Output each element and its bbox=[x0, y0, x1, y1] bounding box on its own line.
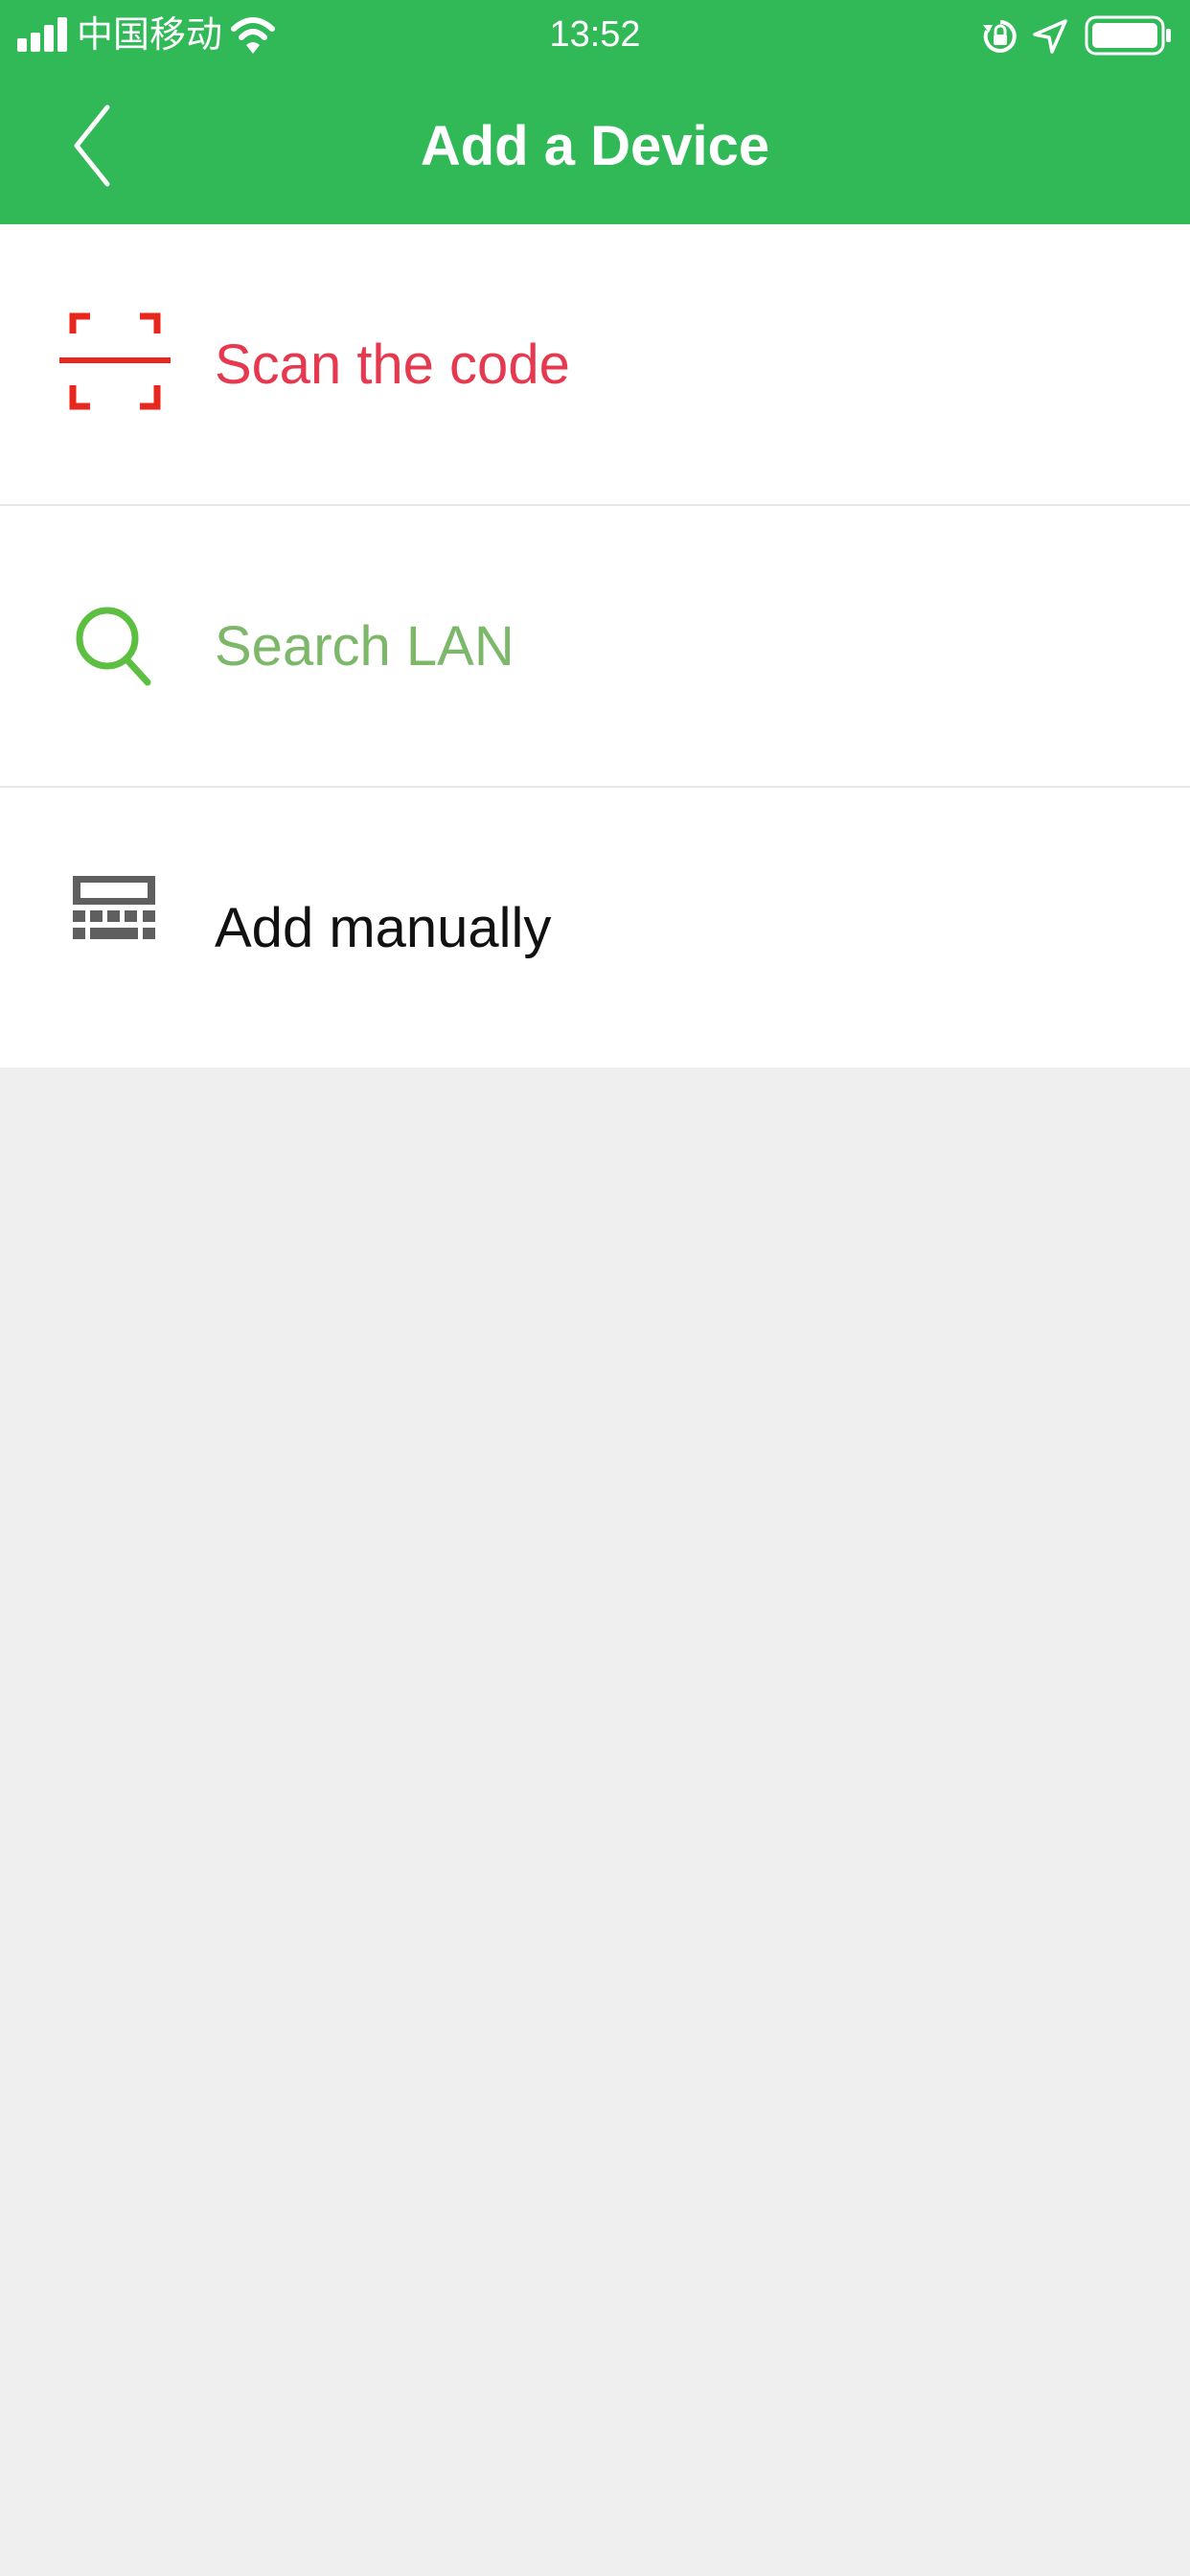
keyboard-icon bbox=[73, 876, 155, 939]
battery-icon bbox=[1085, 15, 1171, 56]
add-manually-label: Add manually bbox=[215, 897, 552, 959]
top-bar: 中国移动 13:52 Add a Device bbox=[0, 0, 1190, 224]
rotation-lock-icon bbox=[983, 20, 1017, 53]
add-manually-option[interactable]: Add manually bbox=[0, 788, 1190, 1068]
search-lan-label: Search LAN bbox=[215, 615, 515, 678]
status-right-icons bbox=[981, 13, 1173, 56]
search-icon bbox=[76, 607, 151, 686]
navigation-bar: Add a Device bbox=[0, 69, 1190, 224]
add-device-options: Scan the code Search LAN Add manually bbox=[0, 224, 1190, 1068]
location-icon bbox=[1033, 19, 1067, 54]
status-bar: 中国移动 13:52 bbox=[0, 0, 1190, 69]
scan-code-label: Scan the code bbox=[215, 334, 570, 396]
search-lan-option[interactable]: Search LAN bbox=[0, 506, 1190, 788]
back-button[interactable] bbox=[38, 98, 144, 194]
page-title: Add a Device bbox=[420, 115, 770, 177]
scan-code-icon bbox=[59, 312, 171, 410]
scan-code-option[interactable]: Scan the code bbox=[0, 224, 1190, 506]
chevron-left-icon bbox=[74, 104, 110, 187]
